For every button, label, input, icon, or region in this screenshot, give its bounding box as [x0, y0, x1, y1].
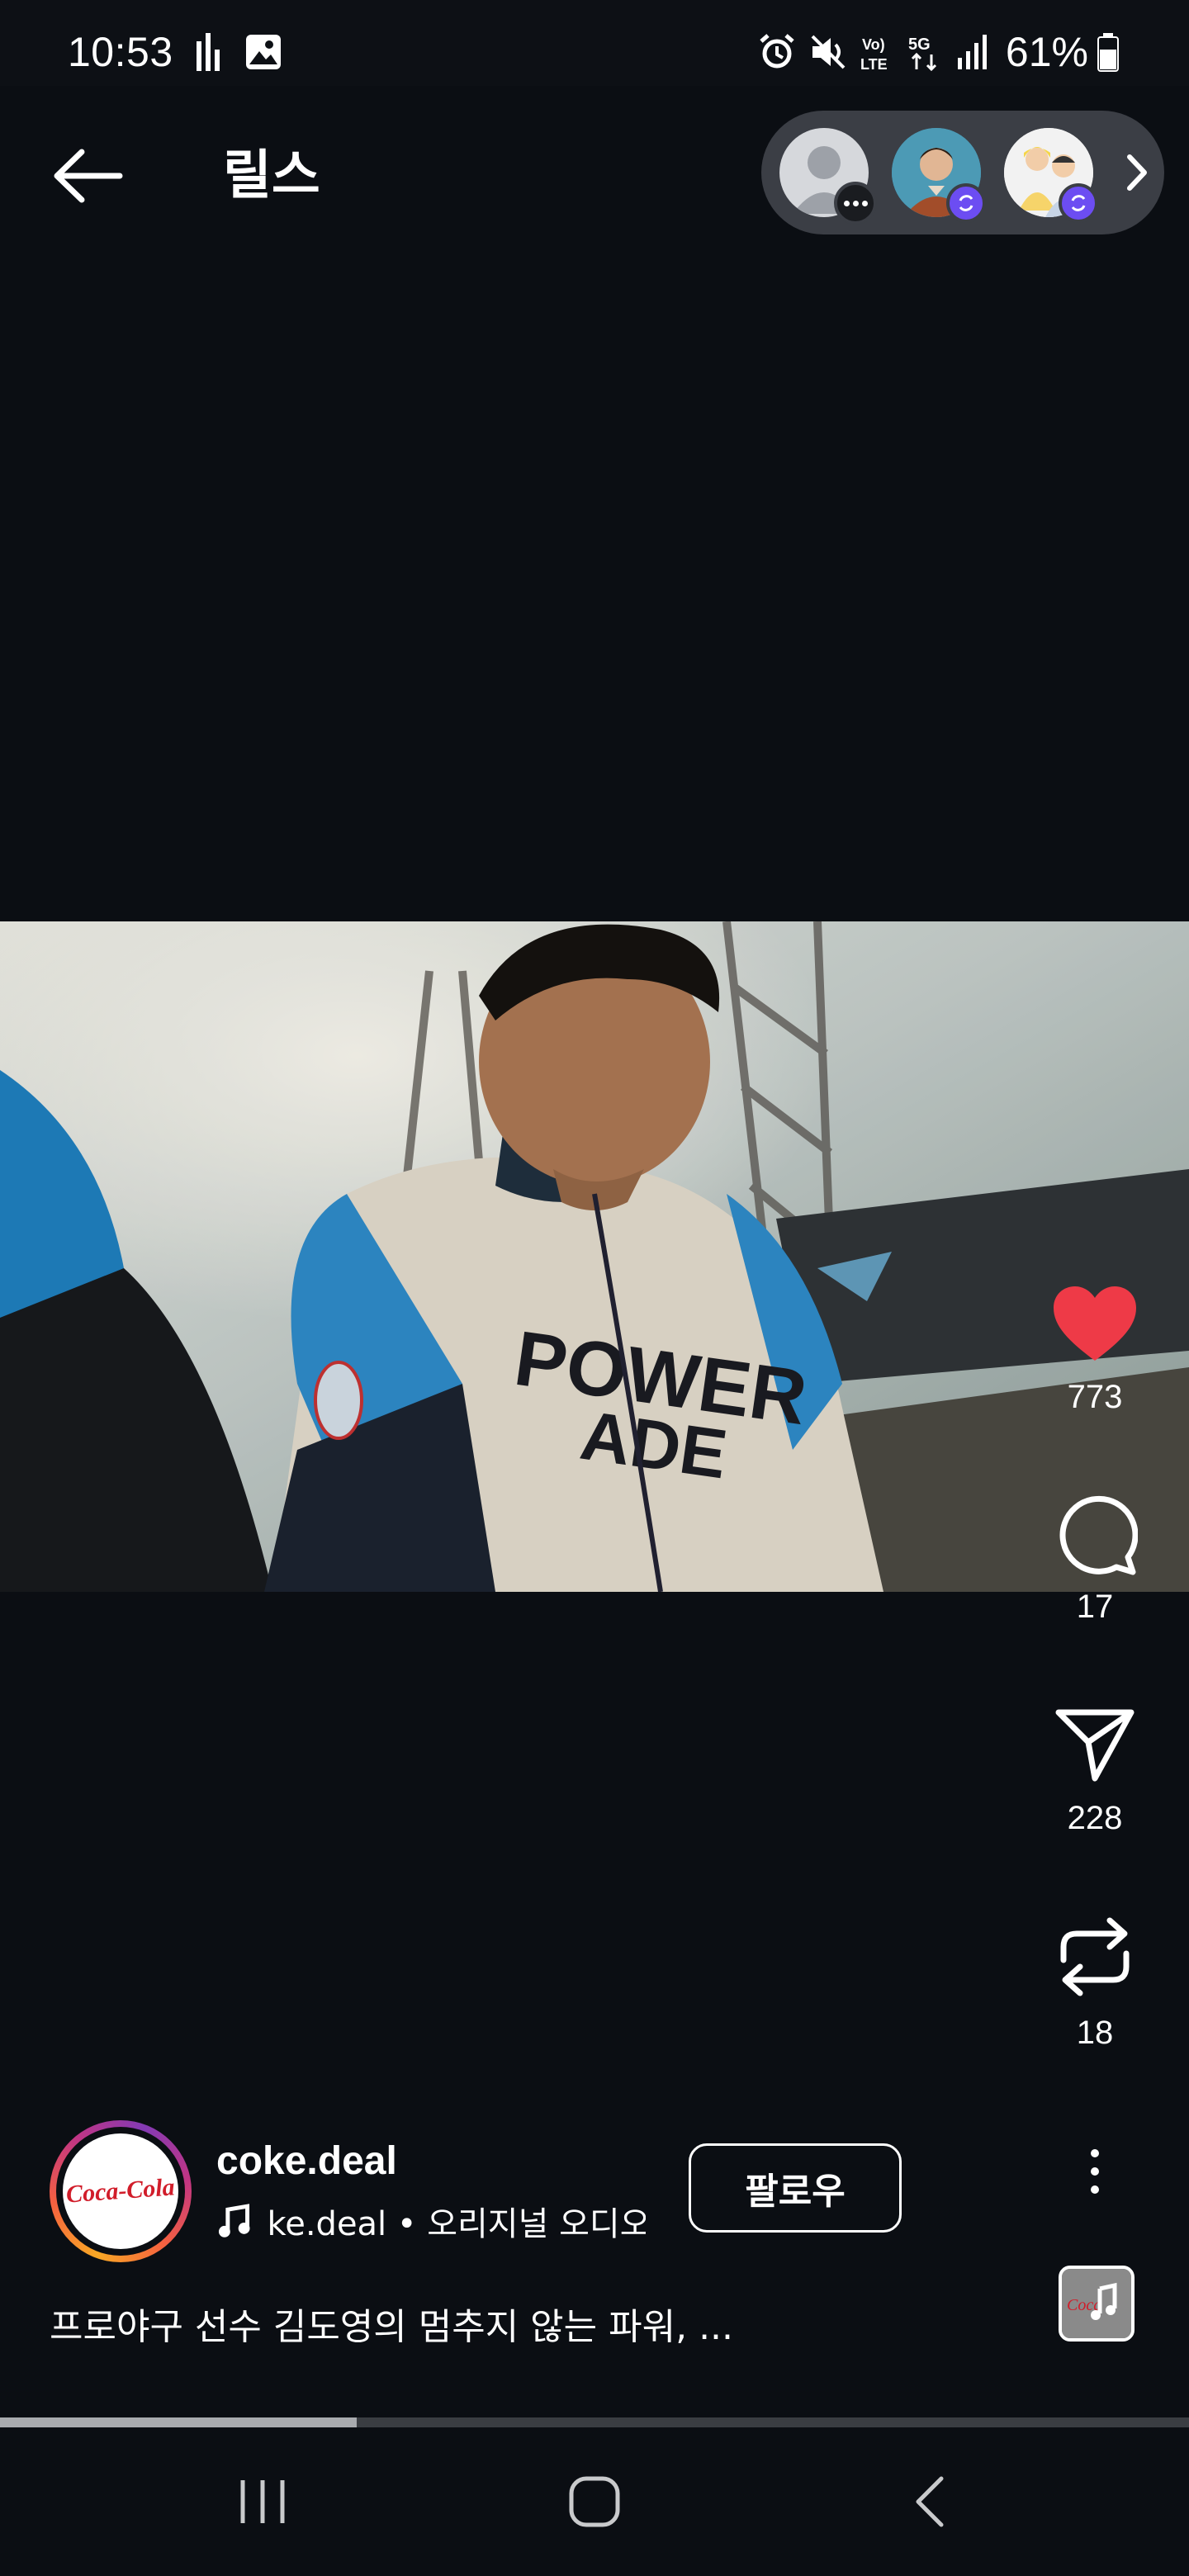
heart-icon [1054, 1286, 1136, 1361]
reel-video[interactable]: POWER ADE [0, 921, 1189, 1592]
alarm-icon [760, 34, 794, 69]
paper-plane-icon [1055, 1709, 1135, 1782]
arrow-left-icon [54, 149, 123, 203]
back-button[interactable] [46, 139, 129, 213]
dot [1091, 2185, 1099, 2194]
story-repost-badge [946, 183, 986, 223]
status-time: 10:53 [68, 29, 173, 75]
comment-button[interactable]: 17 [1049, 1491, 1141, 1626]
audio-info[interactable]: ke.deal • 오리지널 오디오 [216, 2196, 646, 2246]
chevron-right-icon[interactable] [1125, 152, 1149, 193]
video-progress-bar[interactable] [0, 2417, 1189, 2427]
svg-text:Vo): Vo) [862, 36, 885, 53]
status-bar: 10:53 Vo) LTE 5G 61% [0, 0, 1189, 86]
mute-icon [811, 35, 846, 69]
dot [1091, 2149, 1099, 2157]
signal-bars-icon [197, 33, 220, 71]
dot [1091, 2167, 1099, 2176]
typing-badge [834, 182, 877, 225]
5g-icon: 5G [908, 36, 937, 72]
audio-thumbnail[interactable]: Coca [1059, 2266, 1135, 2342]
recent-apps-button[interactable] [221, 2469, 304, 2535]
video-progress-fill [0, 2417, 357, 2427]
comment-count: 17 [1076, 1589, 1114, 1625]
chevron-left-icon [916, 2476, 944, 2527]
repost-button[interactable]: 18 [1049, 1914, 1141, 2052]
battery-percent: 61% [1005, 29, 1088, 75]
like-button[interactable]: 773 [1049, 1285, 1141, 1416]
follow-button[interactable]: 팔로우 [689, 2143, 902, 2233]
svg-text:LTE: LTE [860, 56, 888, 73]
avatar-border: Coca-Cola [56, 2127, 185, 2256]
share-button[interactable]: 228 [1049, 1706, 1141, 1837]
repost-arrows-icon [1060, 1917, 1130, 1996]
page-title: 릴스 [223, 145, 320, 206]
audio-label: ke.deal • 오리지널 오디오 [267, 2205, 646, 2243]
active-viewers-pill[interactable] [761, 111, 1164, 234]
recent-apps-icon [240, 2480, 285, 2523]
home-icon [569, 2476, 620, 2527]
username[interactable]: coke.deal [216, 2138, 397, 2184]
gallery-icon [246, 35, 281, 69]
story-repost-badge [1059, 183, 1098, 223]
more-options-button[interactable] [1070, 2138, 1120, 2204]
repost-icon [1071, 195, 1086, 211]
battery-icon [1097, 33, 1119, 72]
volte-icon: Vo) LTE [860, 36, 888, 73]
coca-cola-logo: Coca-Cola [65, 2173, 176, 2209]
repost-icon [959, 195, 973, 211]
home-button[interactable] [553, 2469, 636, 2535]
cell-signal-icon [958, 35, 987, 69]
share-count: 228 [1067, 1800, 1123, 1836]
system-back-button[interactable] [888, 2469, 971, 2535]
music-note-icon [218, 2204, 250, 2237]
profile-avatar-ring[interactable]: Coca-Cola [50, 2120, 192, 2262]
music-note-icon: Coca [1062, 2269, 1131, 2338]
repost-count: 18 [1076, 2015, 1114, 2051]
like-count: 773 [1067, 1379, 1123, 1415]
video-still-image: POWER ADE [0, 921, 1189, 1592]
reel-caption[interactable]: 프로야구 선수 김도영의 멈추지 않는 파워, ... [50, 2297, 733, 2350]
avatar: Coca-Cola [63, 2133, 178, 2249]
svg-text:5G: 5G [908, 36, 931, 54]
comment-bubble-icon [1059, 1495, 1139, 1575]
system-nav-bar [0, 2427, 1189, 2576]
